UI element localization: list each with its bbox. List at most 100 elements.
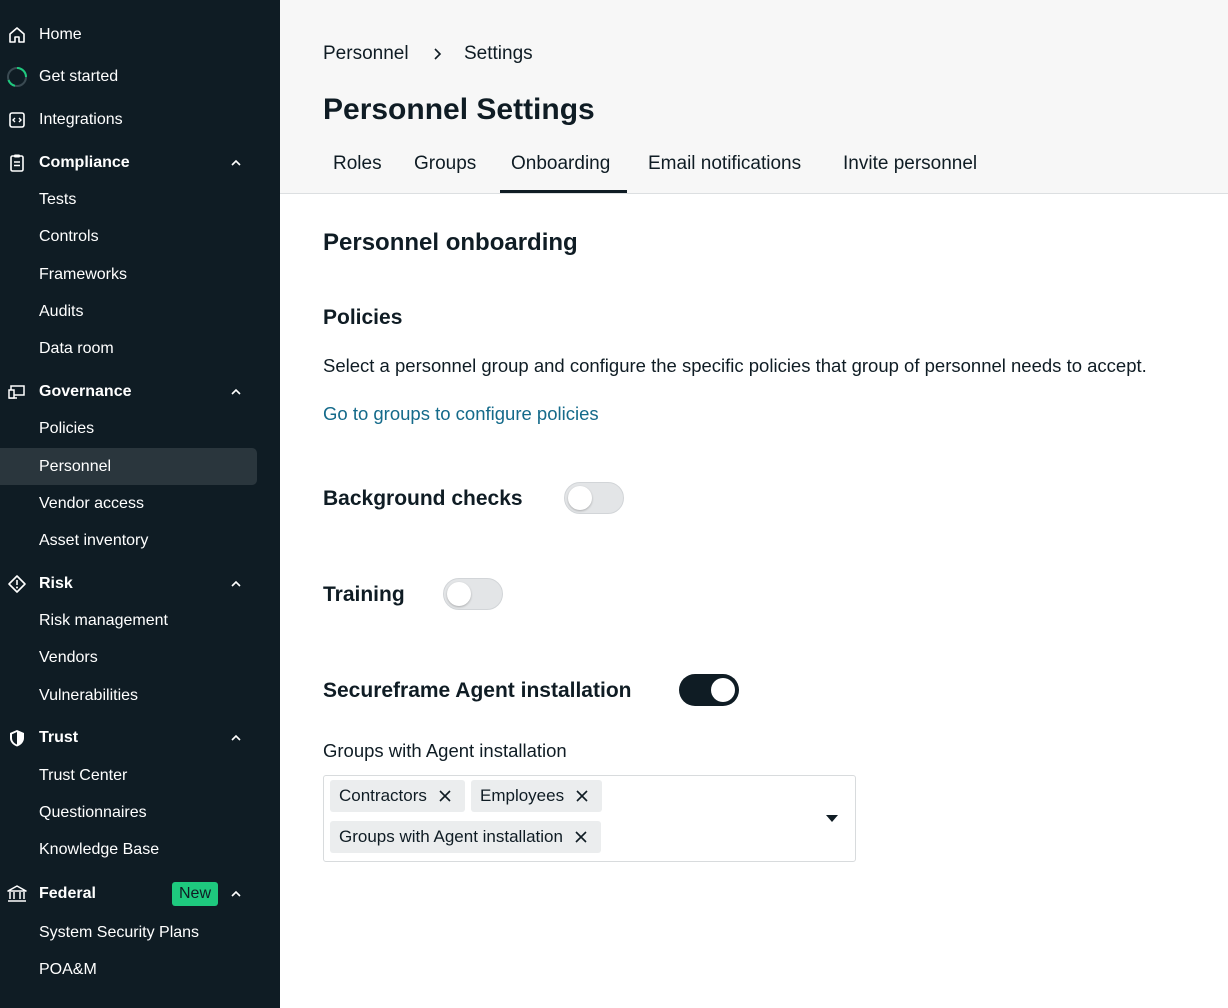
sidebar-section-label: Federal: [39, 885, 96, 902]
sidebar-item-label: Frameworks: [39, 266, 128, 283]
chip-groups-with-agent-installation: Groups with Agent installation: [330, 821, 601, 853]
sidebar-item-label: System Security Plans: [39, 924, 200, 941]
sidebar-item-vendor-access[interactable]: Vendor access: [0, 485, 257, 522]
sidebar-section-label: Trust: [39, 729, 79, 746]
chip-label: Groups with Agent installation: [339, 827, 563, 846]
training-label: Training: [323, 583, 405, 606]
breadcrumb-personnel[interactable]: Personnel: [323, 43, 409, 65]
remove-chip-icon[interactable]: [437, 788, 453, 804]
background-checks-label: Background checks: [323, 487, 523, 510]
training-toggle[interactable]: [443, 578, 503, 610]
sidebar-item-home[interactable]: Home: [0, 16, 257, 53]
home-icon: [6, 24, 28, 46]
sidebar-item-risk-management[interactable]: Risk management: [0, 602, 257, 639]
sidebar-item-poam[interactable]: POA&M: [0, 951, 257, 988]
sidebar-item-label: Audits: [39, 303, 84, 320]
remove-chip-icon[interactable]: [574, 788, 590, 804]
page-title: Personnel Settings: [323, 93, 595, 126]
sidebar-item-label: POA&M: [39, 961, 97, 978]
sidebar-item-vulnerabilities[interactable]: Vulnerabilities: [0, 677, 257, 714]
chevron-right-icon: [434, 48, 442, 60]
sidebar-item-data-room[interactable]: Data room: [0, 330, 257, 367]
sidebar-item-trust-center[interactable]: Trust Center: [0, 757, 257, 794]
chevron-up-icon[interactable]: [227, 885, 245, 903]
sidebar-item-policies[interactable]: Policies: [0, 410, 257, 447]
remove-chip-icon[interactable]: [573, 829, 589, 845]
sidebar-item-label: Tests: [39, 191, 77, 208]
sidebar-item-personnel[interactable]: Personnel: [0, 448, 257, 485]
tab-email-notifications[interactable]: Email notifications: [648, 153, 801, 175]
agent-groups-label: Groups with Agent installation: [323, 740, 567, 761]
clipboard-icon: [6, 152, 28, 174]
chip-label: Employees: [480, 786, 565, 805]
sidebar-section-label: Compliance: [39, 154, 130, 171]
sidebar-item-label: Knowledge Base: [39, 841, 160, 858]
sidebar-section-risk[interactable]: Risk: [0, 565, 257, 602]
toggle-knob: [447, 582, 471, 606]
chevron-up-icon[interactable]: [227, 383, 245, 401]
progress-ring-icon: [6, 66, 28, 88]
sidebar-item-audits[interactable]: Audits: [0, 293, 257, 330]
sidebar-item-label: Asset inventory: [39, 532, 149, 549]
section-heading: Personnel onboarding: [323, 229, 578, 256]
sidebar-item-label: Vendor access: [39, 495, 144, 512]
sidebar-item-controls[interactable]: Controls: [0, 218, 257, 255]
bank-icon: [6, 883, 28, 905]
toggle-knob: [711, 678, 735, 702]
sidebar-item-questionnaires[interactable]: Questionnaires: [0, 794, 257, 831]
shield-icon: [6, 727, 28, 749]
chevron-up-icon[interactable]: [227, 575, 245, 593]
sidebar-item-label: Vulnerabilities: [39, 687, 139, 704]
sidebar-item-label: Personnel: [39, 458, 112, 475]
sidebar-item-system-security-plans[interactable]: System Security Plans: [0, 914, 257, 951]
sidebar-section-trust[interactable]: Trust: [0, 719, 257, 756]
configure-policies-link[interactable]: Go to groups to configure policies: [323, 403, 599, 425]
tab-roles[interactable]: Roles: [333, 153, 382, 175]
sidebar-item-label: Home: [39, 26, 82, 43]
sidebar-item-label: Risk management: [39, 612, 168, 629]
new-badge: New: [172, 882, 219, 906]
sidebar-item-asset-inventory[interactable]: Asset inventory: [0, 522, 257, 559]
devices-icon: [6, 381, 28, 403]
agent-installation-toggle[interactable]: [679, 674, 739, 706]
active-tab-indicator: [500, 190, 627, 193]
sidebar-section-federal[interactable]: Federal New: [0, 875, 257, 912]
sidebar-item-label: Data room: [39, 340, 114, 357]
tab-invite-personnel[interactable]: Invite personnel: [843, 153, 977, 175]
breadcrumb-settings: Settings: [464, 43, 533, 64]
agent-installation-label: Secureframe Agent installation: [323, 679, 632, 702]
policies-heading: Policies: [323, 306, 403, 329]
sidebar-item-label: Controls: [39, 228, 99, 245]
sidebar-item-integrations[interactable]: Integrations: [0, 101, 257, 138]
tab-onboarding[interactable]: Onboarding: [511, 153, 610, 175]
chevron-up-icon[interactable]: [227, 154, 245, 172]
chevron-up-icon[interactable]: [227, 729, 245, 747]
sidebar-item-get-started[interactable]: Get started: [0, 58, 257, 95]
sidebar-section-label: Governance: [39, 383, 132, 400]
sidebar-item-label: Get started: [39, 68, 119, 85]
sidebar: Home Get started Integrations Compliance…: [0, 0, 280, 1008]
sidebar-item-frameworks[interactable]: Frameworks: [0, 256, 257, 293]
chip-label: Contractors: [339, 786, 427, 805]
chip-contractors: Contractors: [330, 780, 465, 812]
policies-description: Select a personnel group and configure t…: [323, 355, 1147, 376]
sidebar-item-label: Integrations: [39, 111, 123, 128]
sidebar-item-label: Trust Center: [39, 767, 128, 784]
background-checks-toggle[interactable]: [564, 482, 624, 514]
tab-groups[interactable]: Groups: [414, 153, 476, 175]
page-header: Personnel Settings Personnel Settings Ro…: [280, 0, 1228, 194]
integrations-icon: [6, 109, 28, 131]
toggle-knob: [568, 486, 592, 510]
sidebar-item-vendors[interactable]: Vendors: [0, 639, 257, 676]
sidebar-item-knowledge-base[interactable]: Knowledge Base: [0, 831, 257, 868]
chip-employees: Employees: [471, 780, 603, 812]
sidebar-item-label: Questionnaires: [39, 804, 147, 821]
sidebar-section-compliance[interactable]: Compliance: [0, 144, 257, 181]
sidebar-section-governance[interactable]: Governance: [0, 373, 257, 410]
sidebar-item-tests[interactable]: Tests: [0, 181, 257, 218]
sidebar-section-label: Risk: [39, 575, 73, 592]
agent-groups-select[interactable]: Contractors Employees Groups with Agent …: [323, 775, 856, 862]
dropdown-caret-icon[interactable]: [825, 814, 839, 823]
risk-diamond-icon: [6, 573, 28, 595]
sidebar-item-label: Vendors: [39, 649, 98, 666]
